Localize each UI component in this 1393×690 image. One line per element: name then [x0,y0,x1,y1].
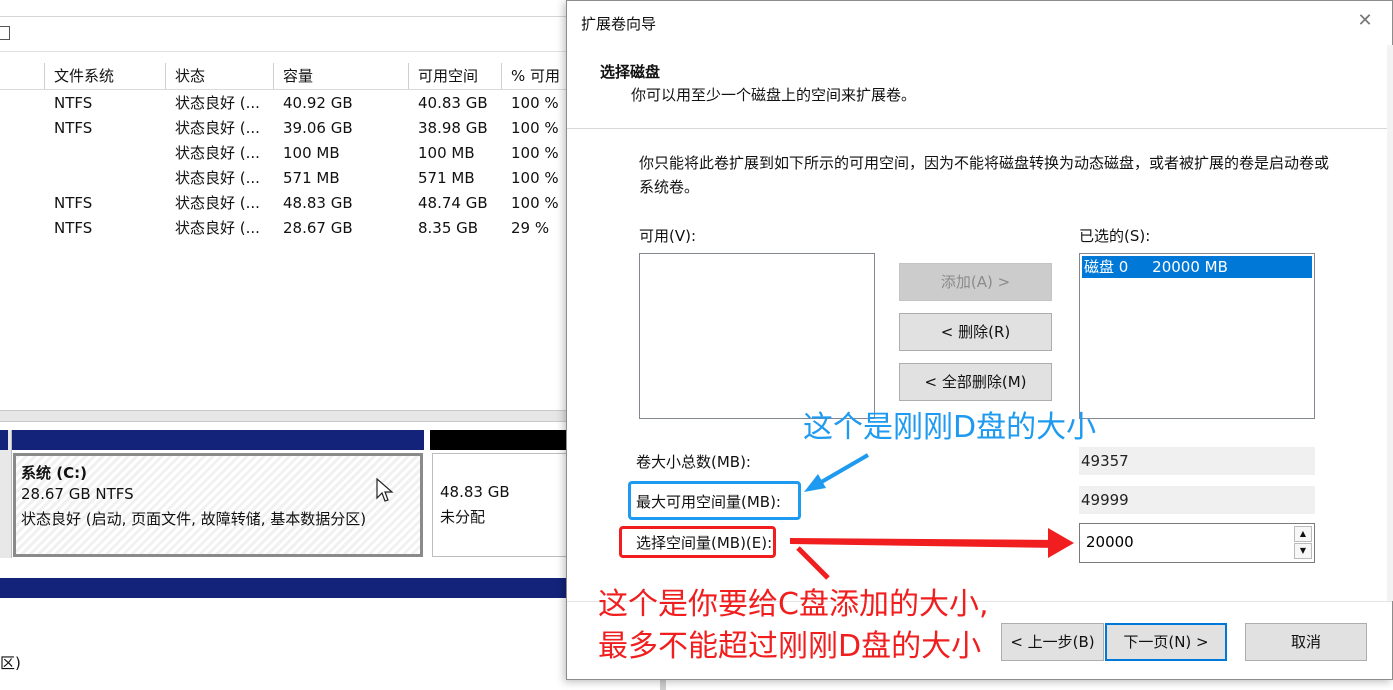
max-space-value: 49999 [1079,486,1315,514]
cancel-button[interactable]: 取消 [1245,623,1367,661]
extend-volume-wizard: 扩展卷向导 ✕ 选择磁盘 你可以用至少一个磁盘上的空间来扩展卷。 你只能将此卷扩… [566,0,1393,680]
annotation-red-box [619,526,776,558]
cell-free: 100 MB [418,144,475,162]
cell-capacity: 571 MB [283,169,340,187]
wizard-title: 扩展卷向导 [581,15,657,33]
wizard-step-title: 选择磁盘 [600,63,661,81]
selected-disks-list[interactable]: 磁盘 0 20000 MB [1079,253,1315,419]
back-button[interactable]: < 上一步(B) [1001,623,1104,661]
cell-percent: 100 % [511,169,559,187]
cell-filesystem: NTFS [54,94,93,112]
header-divider [0,89,566,90]
partition-c-size: 28.67 GB NTFS [21,485,134,503]
add-button[interactable]: 添加(A) > [899,263,1052,301]
partition-c-name: 系统 (C:) [21,464,87,482]
selected-disk-name: 磁盘 0 [1084,258,1129,276]
cell-status: 状态良好 (... [175,119,260,137]
cell-percent: 29 % [511,219,550,237]
cell-capacity: 48.83 GB [283,194,353,212]
cell-free: 48.74 GB [418,194,488,212]
partition-unallocated[interactable]: 48.83 GB 未分配 [432,453,572,557]
cell-capacity: 28.67 GB [283,219,353,237]
cell-percent: 100 % [511,194,559,212]
wizard-description: 你只能将此卷扩展到如下所示的可用空间，因为不能将磁盘转换为动态磁盘，或者被扩展的… [639,154,1330,196]
cell-filesystem: NTFS [54,119,93,137]
select-space-stepper[interactable]: ▲ ▼ [1079,523,1315,563]
cell-free: 38.98 GB [418,119,488,137]
cell-free: 40.83 GB [418,94,488,112]
spin-down-icon[interactable]: ▼ [1294,543,1312,559]
unallocated-size: 48.83 GB [440,483,510,501]
next-button[interactable]: 下一页(N) > [1105,623,1227,661]
partition-c[interactable]: 系统 (C:) 28.67 GB NTFS 状态良好 (启动, 页面文件, 故障… [13,453,423,557]
cell-status: 状态良好 (... [175,194,260,212]
unallocated-label: 未分配 [440,508,486,526]
selected-label: 已选的(S): [1079,227,1151,245]
partition-c-status: 状态良好 (启动, 页面文件, 故障转储, 基本数据分区) [21,510,367,528]
wizard-scrollbar[interactable] [1387,45,1393,601]
annotation-red-text-line1: 这个是你要给C盘添加的大小, [598,587,989,622]
cell-free: 571 MB [418,169,475,187]
column-header-free-space[interactable]: 可用空间 [408,63,501,89]
partition-c-bar [12,430,424,450]
cell-filesystem: NTFS [54,219,93,237]
list-item[interactable]: 磁盘 0 20000 MB [1082,256,1312,278]
cell-percent: 100 % [511,119,559,137]
cell-percent: 100 % [511,94,559,112]
annotation-red-text-line2: 最多不能超过刚刚D盘的大小 [598,629,982,664]
disk-bar-edge [0,430,8,450]
mouse-cursor-icon [376,478,394,502]
close-icon[interactable]: ✕ [1355,11,1375,31]
cell-status: 状态良好 (... [175,169,260,187]
wizard-step-subtitle: 你可以用至少一个磁盘上的空间来扩展卷。 [631,86,917,104]
cell-percent: 100 % [511,144,559,162]
cell-status: 状态良好 (... [175,219,260,237]
selected-disk-size: 20000 MB [1152,258,1228,276]
total-size-value: 49357 [1079,447,1315,475]
column-header-status[interactable]: 状态 [165,63,273,89]
cell-capacity: 40.92 GB [283,94,353,112]
unallocated-bar [430,430,570,450]
cell-status: 状态良好 (... [175,94,260,112]
remove-all-button[interactable]: < 全部删除(M) [899,363,1052,401]
available-label: 可用(V): [639,227,697,245]
column-header-percent-free[interactable]: % 可用 [501,63,571,89]
select-space-input[interactable] [1086,530,1286,554]
cut-partition-text: 区) [0,654,21,672]
annotation-blue-text: 这个是刚刚D盘的大小 [803,410,1097,445]
wizard-header: 选择磁盘 你可以用至少一个磁盘上的空间来扩展卷。 [567,45,1392,129]
spin-up-icon[interactable]: ▲ [1294,526,1312,542]
cell-free: 8.35 GB [418,219,479,237]
total-size-label: 卷大小总数(MB): [636,453,751,471]
column-header-filesystem[interactable]: 文件系统 [44,63,165,89]
annotation-blue-box [628,481,801,520]
cell-filesystem: NTFS [54,194,93,212]
toolbar-view-icon[interactable] [0,26,10,40]
available-disks-list[interactable] [639,253,875,419]
cell-capacity: 39.06 GB [283,119,353,137]
cell-capacity: 100 MB [283,144,340,162]
cell-status: 状态良好 (... [175,144,260,162]
remove-button[interactable]: < 删除(R) [899,313,1052,351]
column-header-capacity[interactable]: 容量 [273,63,408,89]
